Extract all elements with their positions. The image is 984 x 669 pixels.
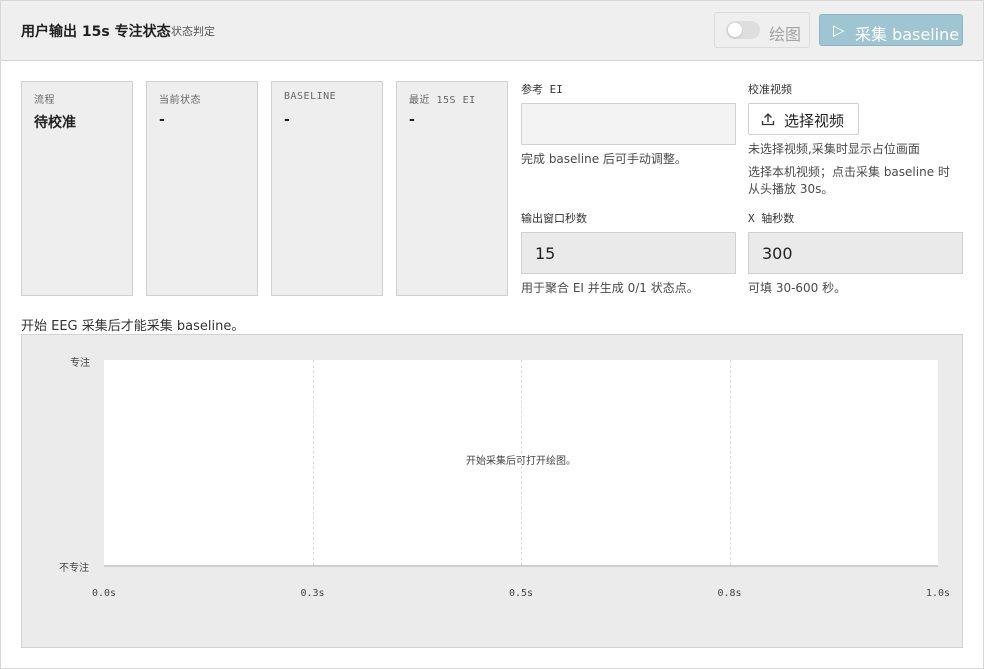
stat-value: 待校准	[34, 115, 76, 131]
stat-label: 当前状态	[159, 95, 201, 106]
page-subtitle: 状态判定	[171, 25, 215, 38]
plot-toggle-label: 绘图	[769, 25, 802, 44]
x-axis-seconds-label: X 轴秒数	[748, 212, 795, 225]
stat-label: 最近 15S EI	[409, 95, 476, 106]
stat-value: -	[159, 112, 165, 128]
select-video-button[interactable]: 选择视频	[748, 103, 859, 135]
chart-gridline	[521, 360, 522, 565]
eeg-notice: 开始 EEG 采集后才能采集 baseline。	[21, 319, 245, 334]
panel-header: 用户输出 15s 专注状态 状态判定 绘图 ▷ 采集 baseline	[1, 1, 983, 61]
video-hint-line2: 从头播放 30s。	[748, 182, 834, 196]
toggle-knob[interactable]	[728, 23, 742, 37]
page-title: 用户输出 15s 专注状态	[21, 24, 171, 40]
x-tick-label: 0.3s	[300, 588, 325, 599]
y-tick-label-focused: 专注	[70, 358, 90, 369]
x-tick-label: 0.5s	[508, 588, 534, 599]
x-axis-seconds-hint: 可填 30-600 秒。	[748, 281, 847, 295]
output-window-value: 15	[535, 244, 556, 263]
y-tick-label-unfocused: 不专注	[59, 563, 89, 574]
x-tick-label: 0.8s	[717, 588, 742, 599]
output-window-hint: 用于聚合 EI 并生成 0/1 状态点。	[521, 281, 699, 295]
reference-ei-label: 参考 EI	[521, 83, 563, 96]
video-status: 未选择视频,采集时显示占位画面	[748, 142, 920, 156]
stat-card-baseline: BASELINE -	[271, 81, 383, 296]
x-axis-seconds-value: 300	[762, 244, 793, 263]
reference-ei-hint: 完成 baseline 后可手动调整。	[521, 152, 687, 166]
collect-baseline-button[interactable]: ▷ 采集 baseline	[819, 14, 963, 46]
reference-ei-input[interactable]	[521, 103, 736, 145]
output-window-label: 输出窗口秒数	[521, 212, 587, 225]
plot-toggle[interactable]: 绘图	[714, 12, 810, 48]
select-video-label: 选择视频	[784, 112, 845, 130]
stat-value: -	[284, 112, 290, 128]
stat-label: 流程	[34, 95, 55, 106]
focus-state-panel: 用户输出 15s 专注状态 状态判定 绘图 ▷ 采集 baseline 流程 待…	[0, 0, 984, 669]
focus-chart: 专注 不专注 开始采集后可打开绘图。 0.0s 0.3s 0.5s 0.8s 1.0s	[21, 334, 963, 648]
play-icon: ▷	[833, 21, 845, 39]
video-hint-line1: 选择本机视频；点击采集 baseline 时	[748, 165, 950, 179]
chart-plot-area: 开始采集后可打开绘图。	[104, 360, 938, 567]
x-tick-label: 1.0s	[925, 588, 951, 599]
stat-label: BASELINE	[284, 91, 337, 102]
collect-baseline-label: 采集 baseline	[855, 25, 960, 44]
stat-card-current-state: 当前状态 -	[146, 81, 258, 296]
stat-value: -	[409, 112, 415, 128]
x-axis-seconds-input[interactable]: 300	[748, 232, 963, 274]
calibration-video-label: 校准视频	[748, 83, 792, 96]
stat-card-recent-ei: 最近 15S EI -	[396, 81, 508, 296]
output-window-input[interactable]: 15	[521, 232, 736, 274]
chart-gridline	[729, 360, 731, 565]
chart-gridline	[312, 360, 314, 565]
stat-card-flow: 流程 待校准	[21, 81, 133, 296]
upload-icon	[761, 113, 775, 126]
x-tick-label: 0.0s	[91, 588, 117, 599]
